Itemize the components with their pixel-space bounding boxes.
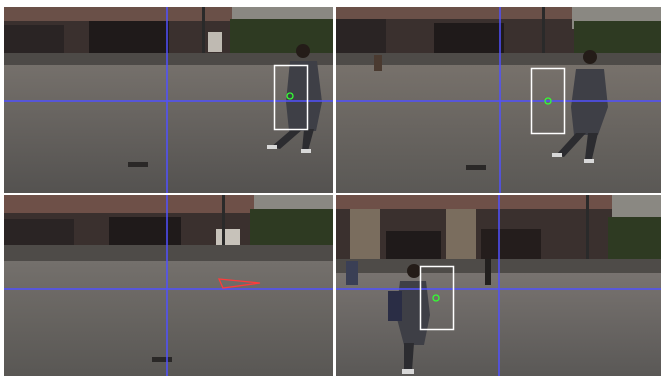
planter-wall xyxy=(4,245,333,263)
video-frame-top-right xyxy=(336,7,661,193)
video-frame-top-left xyxy=(4,7,333,193)
building-window xyxy=(434,23,504,55)
planter-wall xyxy=(336,53,661,67)
trees xyxy=(250,209,333,249)
background-pedestrian xyxy=(485,259,491,285)
building-window xyxy=(89,21,169,55)
plaza-ground xyxy=(336,65,661,193)
drain-grate xyxy=(152,357,172,362)
trees xyxy=(608,217,661,261)
backpack xyxy=(388,291,402,321)
trees xyxy=(574,21,661,55)
video-frame-bottom-left xyxy=(4,195,333,376)
background-pedestrian xyxy=(346,261,358,285)
drain-grate xyxy=(128,162,148,167)
background-pedestrian xyxy=(374,55,382,71)
drain-grate xyxy=(466,165,486,170)
video-frame-bottom-right xyxy=(336,195,661,376)
trees xyxy=(230,19,333,55)
